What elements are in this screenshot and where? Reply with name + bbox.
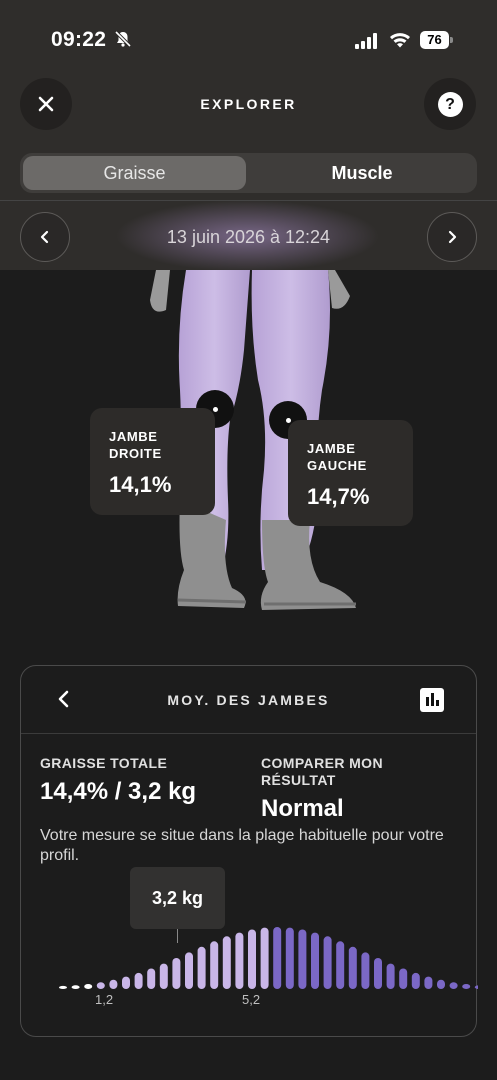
distribution-bar: [185, 952, 193, 989]
distribution-bar: [437, 979, 445, 989]
result-description: Votre mesure se situe dans la plage habi…: [40, 827, 444, 864]
page-title: EXPLORER: [200, 96, 297, 112]
distribution-bar: [109, 979, 118, 989]
right-leg-value: 14,1%: [109, 472, 172, 497]
measurement-date: 13 juin 2026 à 12:24: [166, 227, 331, 247]
distribution-bar: [235, 932, 244, 989]
distribution-bar: [59, 985, 67, 989]
distribution-bar: [474, 985, 478, 989]
bar-chart-icon: [426, 693, 439, 706]
distribution-bar: [96, 982, 105, 989]
distribution-bar: [348, 946, 357, 989]
distribution-bar: [172, 958, 181, 989]
status-bar: 09:22 76: [0, 0, 497, 80]
compare-label: COMPARER MON RÉSULTAT: [261, 755, 383, 788]
right-leg-label: JAMBE DROITE: [109, 429, 162, 461]
distribution-bar: [374, 958, 382, 989]
battery-level: 76: [420, 31, 449, 49]
distribution-bar: [84, 984, 93, 989]
tab-graisse[interactable]: Graisse: [23, 156, 246, 190]
distribution-bar: [462, 984, 471, 989]
distribution-bar: [197, 946, 206, 989]
distribution-bar: [273, 927, 282, 989]
axis-label-high: 5,2: [242, 992, 261, 1007]
card-header: MOY. DES JAMBES: [21, 666, 476, 734]
left-leg-label: JAMBE GAUCHE: [307, 441, 367, 473]
distribution-bar: [260, 927, 269, 989]
help-button[interactable]: ?: [424, 78, 476, 130]
left-leg-callout: JAMBE GAUCHE 14,7%: [288, 420, 413, 526]
distribution-bar: [449, 982, 458, 989]
total-fat-value: 14,4% / 3,2 kg: [40, 778, 197, 805]
legs-average-card: MOY. DES JAMBES GRAISSE TOTALE 14,4% / 3…: [20, 665, 478, 1037]
bell-muted-icon: [114, 30, 132, 48]
top-panel: 09:22 76 EXPLORER ? Graisse Muscle 13 ju…: [0, 0, 497, 272]
distribution-bar: [424, 976, 433, 989]
compare-value: Normal: [261, 795, 344, 822]
distribution-bar: [159, 963, 168, 989]
help-icon: ?: [437, 91, 463, 117]
right-leg-callout: JAMBE DROITE 14,1%: [90, 408, 215, 515]
distribution-bar: [411, 972, 420, 989]
distribution-bar: [311, 932, 319, 989]
status-time: 09:22: [51, 28, 107, 51]
chevron-right-icon: [448, 230, 457, 244]
distribution-bar: [361, 952, 370, 989]
distribution-bar: [386, 963, 395, 989]
distribution-bar: [222, 936, 231, 989]
distribution-bar: [248, 929, 256, 989]
tab-muscle[interactable]: Muscle: [250, 156, 474, 190]
left-leg-value: 14,7%: [307, 484, 370, 509]
chart-view-button[interactable]: [420, 688, 444, 712]
distribution-bar: [298, 929, 307, 989]
distribution-bar: [336, 941, 345, 989]
next-date-button[interactable]: [427, 212, 477, 262]
distribution-bar: [147, 968, 156, 989]
distribution-bar: [399, 968, 408, 989]
distribution-bar: [323, 936, 332, 989]
body-legs-illustration: [150, 270, 356, 610]
distribution-bar: [285, 927, 294, 989]
total-fat-label: GRAISSE TOTALE: [40, 755, 168, 771]
distribution-bar: [71, 985, 80, 989]
signal-icon: [355, 33, 377, 49]
body-model-view: JAMBE DROITE 14,1% JAMBE GAUCHE 14,7%: [0, 270, 497, 650]
distribution-bar: [210, 941, 219, 989]
card-title: MOY. DES JAMBES: [167, 692, 330, 708]
distribution-bar: [122, 976, 130, 989]
axis-label-low: 1,2: [95, 992, 114, 1007]
metric-toggle: Graisse Muscle: [20, 153, 477, 193]
distribution-bar: [134, 972, 143, 989]
wifi-icon: [390, 33, 410, 48]
battery-icon: 76: [420, 31, 453, 49]
